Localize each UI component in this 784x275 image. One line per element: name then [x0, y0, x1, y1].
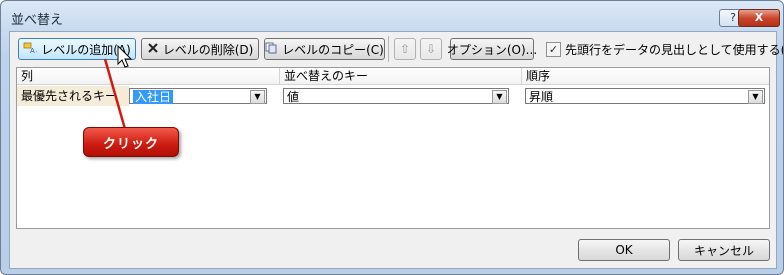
dialog-title: 並べ替え: [11, 13, 64, 28]
click-annotation-label: クリック: [102, 136, 159, 152]
arrow-down-icon: ⇩: [425, 42, 437, 56]
sort-key-select-value: 値: [287, 90, 300, 104]
copy-level-label: レベルのコピー(C): [282, 42, 384, 57]
header-row-checkbox-label: 先頭行をデータの見出しとして使用する(H): [565, 43, 784, 57]
chevron-down-icon[interactable]: ▼: [492, 90, 507, 104]
move-up-button[interactable]: ⇧: [394, 38, 416, 60]
ok-button[interactable]: OK: [578, 239, 670, 261]
add-level-icon: A↓: [23, 42, 41, 57]
move-down-button[interactable]: ⇩: [420, 38, 442, 60]
row-label-primary-key: 最優先されるキー: [17, 86, 129, 106]
column-select-value: 入社日: [133, 90, 174, 104]
mouse-cursor-icon: [117, 45, 133, 68]
delete-x-icon: [147, 42, 159, 57]
sort-dialog: 並べ替え ? X A↓ レベルの追加(A) レベルの削除(D) レベルのコピー(…: [0, 0, 784, 275]
column-header-sort-key: 並べ替えのキー: [279, 68, 521, 85]
close-button[interactable]: X: [738, 9, 780, 27]
copy-level-button[interactable]: レベルのコピー(C): [264, 38, 385, 60]
column-header-order: 順序: [521, 68, 769, 85]
ok-label: OK: [615, 243, 633, 257]
options-button[interactable]: オプション(O)...: [446, 38, 538, 60]
chevron-down-icon[interactable]: ▼: [250, 90, 265, 104]
close-icon: X: [754, 11, 764, 24]
arrow-up-icon: ⇧: [399, 42, 411, 56]
sort-key-select[interactable]: 値 ▼: [283, 88, 509, 104]
order-select[interactable]: 昇順 ▼: [525, 88, 765, 104]
delete-level-button[interactable]: レベルの削除(D): [141, 38, 259, 60]
toolbar-divider: [388, 36, 389, 62]
delete-level-label: レベルの削除(D): [162, 42, 254, 57]
copy-icon: [265, 42, 278, 57]
cancel-label: キャンセル: [693, 243, 754, 258]
options-label: オプション(O)...: [446, 42, 538, 57]
order-select-value: 昇順: [529, 90, 554, 104]
column-header-col: 列: [17, 68, 279, 85]
cancel-button[interactable]: キャンセル: [678, 239, 770, 261]
column-select[interactable]: 入社日 ▼: [129, 88, 267, 104]
chevron-down-icon[interactable]: ▼: [748, 90, 763, 104]
header-row-checkbox[interactable]: ✓: [546, 42, 561, 57]
svg-text:A↓: A↓: [30, 47, 37, 54]
click-annotation-callout: クリック: [83, 127, 179, 157]
